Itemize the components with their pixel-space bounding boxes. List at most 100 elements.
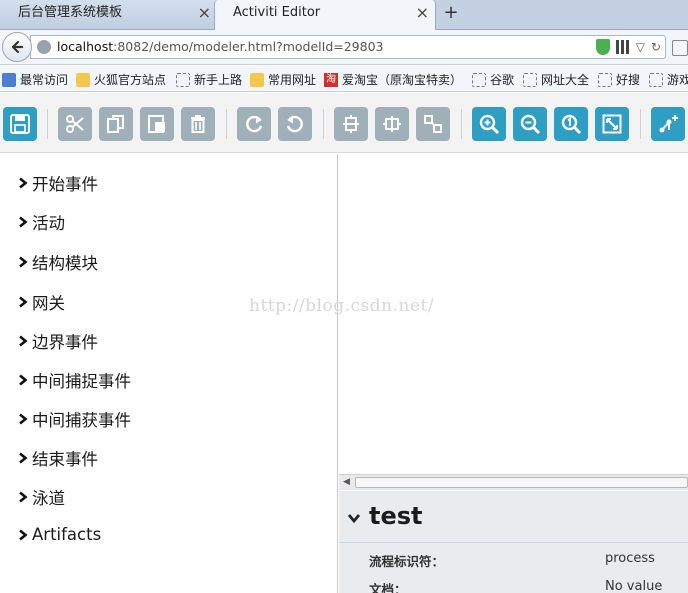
palette-group-end-events[interactable]: 结束事件 (18, 446, 98, 470)
bookmark-haosou[interactable]: 好搜 (598, 71, 640, 88)
paste-button[interactable] (140, 107, 174, 141)
url-actions: ▽ ↻ (595, 39, 661, 55)
property-process-id[interactable]: 流程标识符： process (339, 551, 688, 575)
zoom-actual-button[interactable] (554, 107, 588, 141)
zoom-out-button[interactable] (513, 107, 547, 141)
shield-icon[interactable] (595, 39, 610, 55)
chevron-right-icon (19, 528, 28, 541)
tab-label: 后台管理系统模板 (18, 5, 123, 20)
chevron-right-icon (19, 177, 28, 189)
new-tab-button[interactable]: + (441, 0, 461, 26)
url-text: localhost:8082/demo/modeler.html?modelId… (57, 39, 384, 54)
toolbar-separator (323, 109, 324, 139)
palette-group-boundary-events[interactable]: 边界事件 (18, 329, 98, 353)
palette-group-swimlanes[interactable]: 泳道 (18, 485, 65, 509)
editor-toolbar (0, 93, 688, 153)
canvas-horizontal-scrollbar[interactable]: ◀ (339, 474, 688, 490)
bookmark-google[interactable]: 谷歌 (472, 71, 514, 88)
chevron-right-icon (19, 296, 28, 308)
align-vertical-button[interactable] (334, 107, 368, 141)
palette-group-intermediate-throw[interactable]: 中间捕获事件 (18, 407, 131, 431)
zoom-fit-icon (602, 114, 622, 134)
tab-label: Activiti Editor (233, 5, 321, 20)
process-name: test (369, 502, 423, 530)
scrollbar-thumb[interactable] (355, 477, 688, 488)
qr-code-icon[interactable] (615, 40, 630, 54)
palette-group-start-events[interactable]: 开始事件 (18, 171, 98, 195)
globe-icon (37, 40, 51, 54)
save-icon (10, 114, 30, 134)
palette-group-activities[interactable]: 活动 (18, 210, 65, 234)
save-button[interactable] (3, 107, 37, 141)
align-vertical-icon (343, 115, 359, 133)
chevron-right-icon (19, 335, 28, 347)
chevron-right-icon (19, 413, 28, 425)
url-bar[interactable]: localhost:8082/demo/modeler.html?modelId… (30, 35, 666, 59)
bookmark-most-visited[interactable]: 最常访问 (2, 71, 68, 88)
palette-group-gateways[interactable]: 网关 (18, 290, 65, 314)
bookmark-site-directory[interactable]: 网址大全 (523, 71, 589, 88)
tab-admin-template[interactable]: 后台管理系统模板 × (0, 0, 218, 29)
arrow-left-icon (11, 40, 24, 54)
align-horizontal-icon (383, 116, 401, 132)
zoom-in-icon (479, 114, 500, 135)
copy-icon (107, 115, 124, 133)
undo-button[interactable] (278, 107, 312, 141)
properties-panel: test 流程标识符： process 文档： No value (339, 491, 688, 593)
property-label: 流程标识符： (369, 554, 445, 569)
folder-icon (76, 72, 90, 87)
chevron-right-icon (19, 216, 28, 228)
page-icon (472, 72, 486, 87)
bend-point-button[interactable] (651, 107, 685, 141)
redo-button[interactable] (237, 107, 271, 141)
watermark-text: http://blog.csdn.net/ (249, 296, 435, 316)
page-icon (523, 72, 537, 87)
add-bendpoint-icon (659, 115, 678, 133)
undo-icon (286, 115, 303, 133)
toolbar-separator (640, 109, 641, 139)
property-value[interactable]: process (605, 551, 655, 566)
folder-icon (250, 72, 264, 87)
bookmarks-bar: 最常访问 火狐官方站点 新手上路 常用网址 淘爱淘宝（原淘宝特卖） 谷歌 网址大… (0, 66, 688, 92)
toolbar-separator (461, 109, 462, 139)
shape-palette: 开始事件 活动 结构模块 网关 边界事件 中间捕捉事件 中间捕获事件 结束事件 … (0, 154, 338, 593)
bookmark-firefox-site[interactable]: 火狐官方站点 (76, 71, 166, 88)
chevron-right-icon (19, 256, 28, 268)
close-icon[interactable]: × (198, 0, 211, 26)
trash-icon (191, 115, 205, 133)
properties-header[interactable]: test (339, 491, 688, 543)
copy-button[interactable] (99, 107, 133, 141)
reload-icon[interactable]: ↻ (651, 40, 661, 54)
zoom-fit-button[interactable] (595, 107, 629, 141)
close-icon[interactable]: × (416, 0, 429, 26)
zoom-in-button[interactable] (472, 107, 506, 141)
bookmark-icon (2, 72, 16, 87)
palette-group-intermediate-catch[interactable]: 中间捕捉事件 (18, 368, 131, 392)
back-button[interactable] (2, 32, 32, 62)
palette-group-structural[interactable]: 结构模块 (18, 250, 98, 274)
toolbar-extension-icon[interactable] (672, 40, 688, 56)
bookmark-common-sites[interactable]: 常用网址 (250, 71, 316, 88)
property-documentation[interactable]: 文档： No value (339, 579, 688, 593)
property-value[interactable]: No value (605, 579, 662, 593)
scroll-left-icon[interactable]: ◀ (343, 477, 350, 487)
cut-button[interactable] (58, 107, 92, 141)
redo-icon (246, 115, 263, 133)
same-size-button[interactable] (416, 107, 450, 141)
delete-button[interactable] (181, 107, 215, 141)
tab-activiti-editor[interactable]: Activiti Editor × (214, 0, 436, 30)
palette-group-artifacts[interactable]: Artifacts (18, 525, 101, 544)
bookmark-games[interactable]: 游戏 (649, 71, 688, 88)
browser-tab-strip: 后台管理系统模板 × Activiti Editor × + (0, 0, 688, 30)
bookmark-getting-started[interactable]: 新手上路 (176, 71, 242, 88)
chevron-right-icon (19, 374, 28, 386)
toolbar-separator (226, 109, 227, 139)
chevron-right-icon (19, 452, 28, 464)
property-label: 文档： (369, 582, 407, 593)
page-icon (649, 72, 663, 87)
align-horizontal-button[interactable] (375, 107, 409, 141)
chevron-down-icon[interactable] (347, 511, 361, 525)
zoom-out-icon (520, 114, 541, 135)
dropdown-arrow-icon[interactable]: ▽ (636, 40, 645, 54)
bookmark-taobao[interactable]: 淘爱淘宝（原淘宝特卖） (324, 71, 462, 88)
